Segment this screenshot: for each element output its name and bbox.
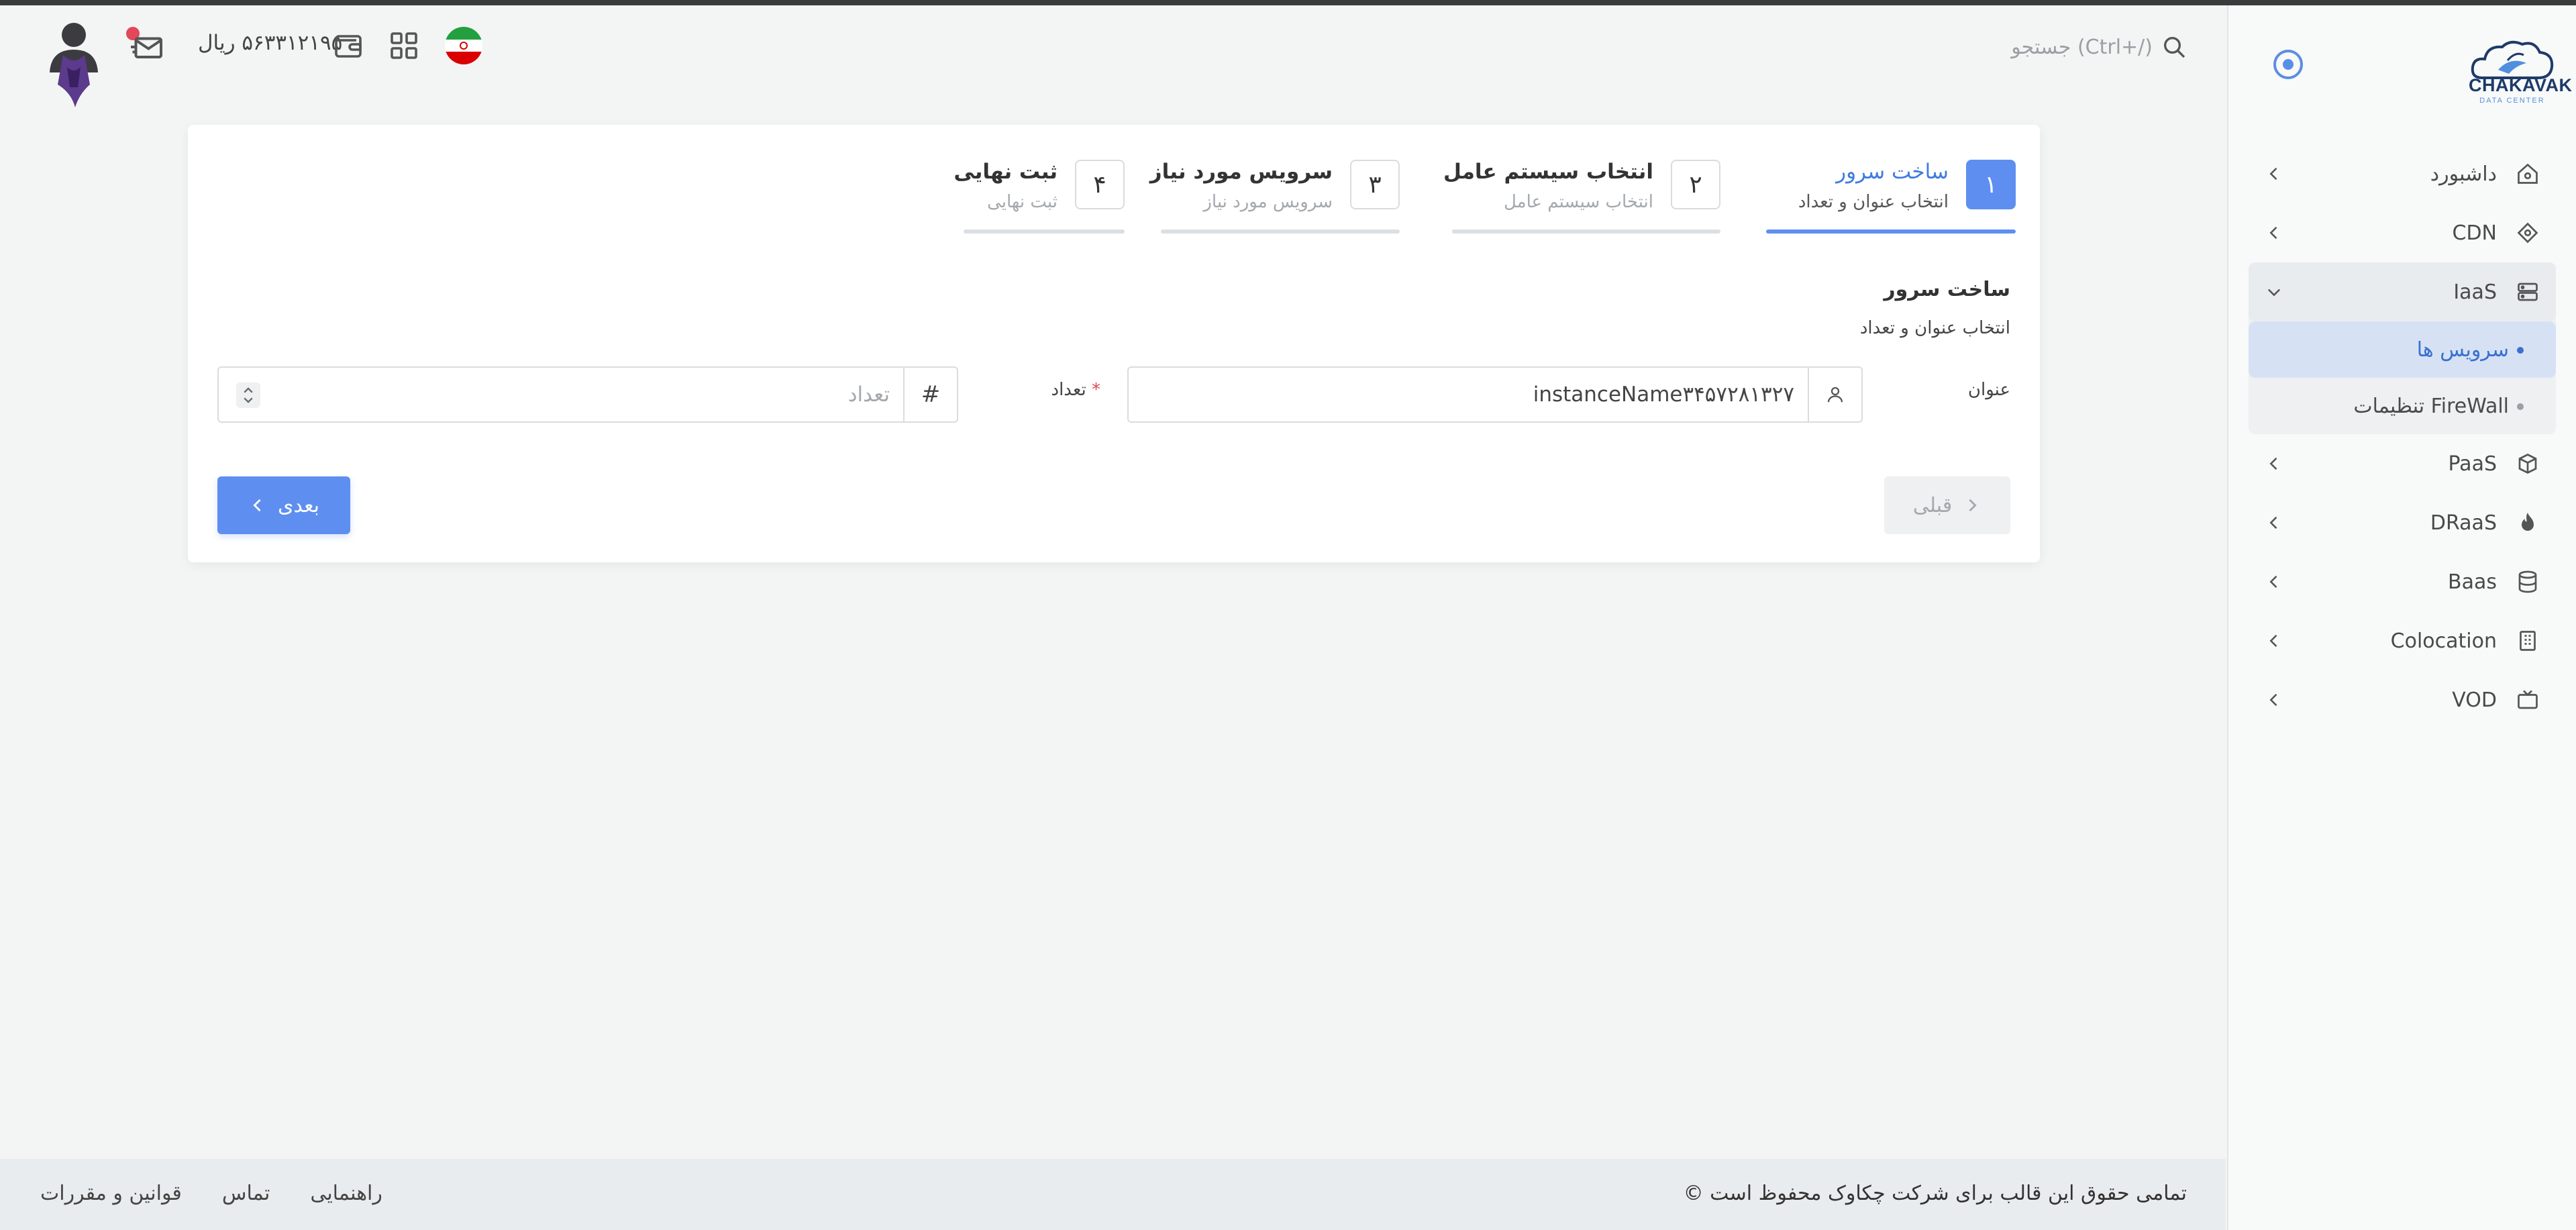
avatar[interactable] <box>40 20 107 111</box>
mail-icon[interactable] <box>127 27 168 67</box>
sidebar-item-draas[interactable]: DRaaS <box>2249 493 2556 552</box>
chevron-left-icon <box>2269 634 2277 648</box>
sidebar-item-vod[interactable]: VOD <box>2249 670 2556 729</box>
chevron-right-icon <box>1969 499 1977 512</box>
section-subtitle: انتخاب عنوان و تعداد <box>1859 318 2010 338</box>
building-icon <box>2514 627 2541 654</box>
chevron-left-icon <box>2269 226 2277 240</box>
title-label: عنوان <box>1967 380 2010 400</box>
sidebar-item-cdn[interactable]: CDN <box>2249 203 2556 262</box>
title-input-value: instanceName۳۴۵۷۲۸۱۳۲۷ <box>1533 382 1794 407</box>
bullet-icon <box>2517 403 2524 410</box>
section-title: ساخت سرور <box>1884 278 2010 301</box>
sidebar-item-colocation[interactable]: Colocation <box>2249 611 2556 670</box>
sidebar-item-baas[interactable]: Baas <box>2249 552 2556 611</box>
flame-icon <box>2514 509 2541 536</box>
chevron-left-icon <box>253 499 261 512</box>
sidebar-subitem-firewall[interactable]: تنظیمات FireWall <box>2249 378 2556 434</box>
hash-icon: # <box>903 368 957 421</box>
user-icon <box>1808 368 1861 421</box>
sidebar-item-paas[interactable]: PaaS <box>2249 434 2556 493</box>
cdn-icon <box>2514 219 2541 246</box>
footer-link-contact[interactable]: تماس <box>222 1182 270 1205</box>
wizard-step-3[interactable]: ۳ سرویس مورد نیاز سرویس مورد نیاز <box>1150 160 1400 234</box>
database-icon <box>2514 568 2541 595</box>
sidebar-item-dashboard[interactable]: داشبورد <box>2249 144 2556 203</box>
chevron-left-icon <box>2269 693 2277 707</box>
tv-icon <box>2514 686 2541 713</box>
step-progress-bar <box>1452 229 1720 234</box>
step-progress-bar <box>964 229 1125 234</box>
footer-links: راهنمایی تماس قوانین و مقررات <box>40 1182 382 1205</box>
bullet-icon <box>2517 347 2524 354</box>
count-stepper[interactable] <box>236 382 260 408</box>
home-icon <box>2514 160 2541 187</box>
previous-button[interactable]: قبلی <box>1884 476 2010 534</box>
wizard-step-2[interactable]: ۲ انتخاب سیستم عامل انتخاب سیستم عامل <box>1443 160 1720 234</box>
count-input[interactable]: # تعداد <box>217 366 958 423</box>
wizard-step-4[interactable]: ۴ ثبت نهایی ثبت نهایی <box>954 160 1125 234</box>
search-placeholder: جستجو (Ctrl+/) <box>2011 35 2153 59</box>
next-button[interactable]: بعدی <box>217 476 350 534</box>
top-accent-line <box>0 0 2576 5</box>
box-icon <box>2514 450 2541 477</box>
footer-link-help[interactable]: راهنمایی <box>310 1182 382 1205</box>
count-input-placeholder: تعداد <box>847 382 890 407</box>
chevron-left-icon <box>2269 516 2277 529</box>
footer-link-terms[interactable]: قوانین و مقررات <box>40 1182 182 1205</box>
iran-flag-icon[interactable] <box>445 27 482 64</box>
count-label: تعداد * <box>1051 380 1101 400</box>
global-search[interactable]: جستجو (Ctrl+/) <box>2006 27 2187 67</box>
apps-grid-icon[interactable] <box>388 30 420 62</box>
step-progress-bar <box>1766 229 2016 234</box>
required-marker: * <box>1092 380 1100 400</box>
wallet-balance: ۵۶۳۳۱۲۱۹۵ ریال <box>198 31 343 55</box>
header-tools: ۵۶۳۳۱۲۱۹۵ ریال <box>40 20 510 107</box>
brand-tagline: DATA CENTER <box>2479 97 2545 105</box>
sidebar-collapse-toggle[interactable] <box>2273 50 2303 79</box>
search-icon <box>2164 37 2185 58</box>
copyright-text: تمامی حقوق این قالب برای شرکت چکاوک محفو… <box>1683 1182 2187 1205</box>
brand-name: CHAKAVAK <box>2469 75 2573 95</box>
step-progress-bar <box>1161 229 1400 234</box>
sidebar: CHAKAVAK DATA CENTER داشبورد CDN IaaS سر… <box>2227 5 2576 1230</box>
sidebar-nav: داشبورد CDN IaaS سرویس ها تنظیمات FireWa… <box>2249 144 2556 729</box>
sidebar-subitem-services[interactable]: سرویس ها <box>2249 321 2556 378</box>
footer: تمامی حقوق این قالب برای شرکت چکاوک محفو… <box>0 1159 2226 1230</box>
server-icon <box>2514 278 2541 305</box>
chevron-down-icon <box>2267 289 2281 297</box>
chevron-left-icon <box>2269 457 2277 470</box>
wallet-icon[interactable] <box>332 30 364 62</box>
wizard-step-1[interactable]: ۱ ساخت سرور انتخاب عنوان و تعداد <box>1766 160 2016 234</box>
sidebar-item-iaas[interactable]: IaaS <box>2249 262 2556 321</box>
title-input[interactable]: instanceName۳۴۵۷۲۸۱۳۲۷ <box>1127 366 1863 423</box>
create-server-card: ۱ ساخت سرور انتخاب عنوان و تعداد ۲ انتخا… <box>188 125 2040 562</box>
chevron-left-icon <box>2269 167 2277 181</box>
sidebar-group-iaas: IaaS سرویس ها تنظیمات FireWall <box>2249 262 2556 434</box>
chevron-left-icon <box>2269 575 2277 588</box>
